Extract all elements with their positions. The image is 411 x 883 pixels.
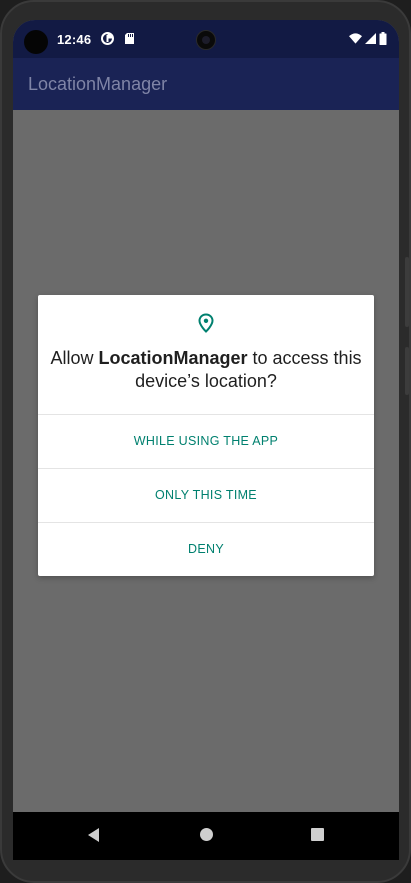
- sd-card-icon: [125, 33, 134, 44]
- app-title: LocationManager: [28, 74, 168, 94]
- battery-icon: [379, 32, 387, 45]
- dialog-title: Allow LocationManager to access this dev…: [38, 347, 374, 393]
- dialog-title-prefix: Allow: [50, 348, 94, 368]
- app-bar: LocationManager: [13, 58, 399, 110]
- status-bar: 12:46: [13, 20, 399, 58]
- phone-frame: 12:46 LocationManager Allow LocationMana…: [0, 0, 411, 883]
- cell-signal-icon: [365, 33, 376, 44]
- wifi-icon: [349, 33, 362, 44]
- permission-dialog: Allow LocationManager to access this dev…: [38, 295, 374, 576]
- location-pin-icon: [198, 313, 214, 333]
- back-icon[interactable]: [88, 828, 99, 842]
- status-time: 12:46: [57, 32, 92, 47]
- front-camera-cutout: [24, 30, 48, 54]
- home-icon[interactable]: [200, 828, 213, 841]
- volume-button: [405, 257, 409, 327]
- while-using-app-button[interactable]: WHILE USING THE APP: [38, 415, 374, 468]
- deny-button[interactable]: DENY: [38, 523, 374, 576]
- power-button: [405, 347, 409, 395]
- camera-lens: [196, 30, 216, 50]
- dialog-title-app-name: LocationManager: [98, 348, 248, 368]
- only-this-time-button[interactable]: ONLY THIS TIME: [38, 469, 374, 522]
- recents-icon[interactable]: [311, 828, 324, 841]
- screen: 12:46 LocationManager Allow LocationMana…: [13, 20, 399, 860]
- navigation-bar: [13, 812, 399, 860]
- notification-pie-icon: [101, 32, 114, 45]
